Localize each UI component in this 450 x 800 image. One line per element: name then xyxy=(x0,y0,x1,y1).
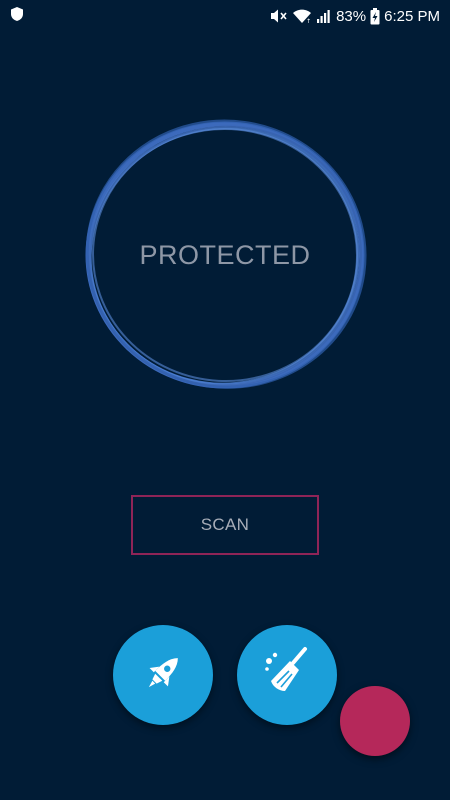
protection-status-text: PROTECTED xyxy=(139,239,311,270)
floating-action-button[interactable] xyxy=(340,686,410,756)
clock: 6:25 PM xyxy=(384,7,440,25)
shield-icon xyxy=(10,6,24,26)
wifi-icon: ↑↓ xyxy=(292,8,312,24)
svg-text:↑↓: ↑↓ xyxy=(306,18,312,24)
status-bar: ↑↓ 83% 6:25 PM xyxy=(0,0,450,32)
broom-icon xyxy=(259,645,315,706)
battery-percent: 83% xyxy=(336,7,367,25)
battery-charging-icon xyxy=(370,7,380,25)
signal-icon xyxy=(316,8,332,24)
boost-button[interactable] xyxy=(113,625,213,725)
mute-icon xyxy=(270,8,288,24)
clean-button[interactable] xyxy=(237,625,337,725)
rocket-icon xyxy=(137,647,189,704)
scan-button[interactable]: SCAN xyxy=(131,495,319,555)
protection-status-ring: PROTECTED xyxy=(80,115,370,395)
